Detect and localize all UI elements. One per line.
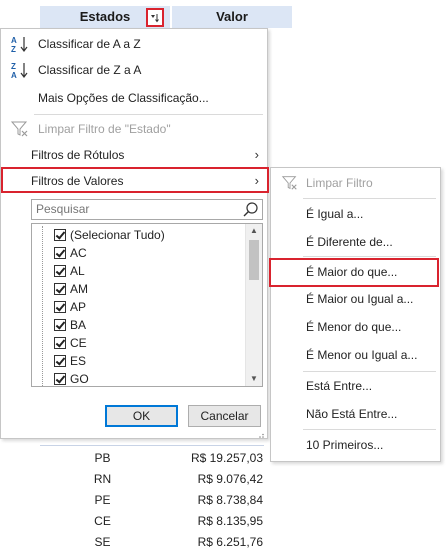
table-row: PE R$ 8.738,84 [0, 490, 446, 511]
checkbox[interactable] [54, 301, 66, 313]
submenu-divider [303, 198, 436, 199]
clear-filter-label: Limpar Filtro de "Estado" [38, 122, 171, 136]
submenu-clear-filter-item: Limpar Filtro [271, 170, 440, 196]
filter-less-equal-item[interactable]: É Menor ou Igual a... [271, 342, 440, 368]
submenu-clear-filter-label: Limpar Filtro [306, 176, 373, 190]
sort-z-to-a-label: Classificar de Z a A [38, 63, 142, 77]
clear-filter-icon [281, 176, 297, 190]
sort-a-to-z-item[interactable]: A Z Classificar de A a Z [1, 31, 267, 57]
submenu-divider [303, 256, 436, 257]
list-item-label: BA [70, 318, 87, 332]
pivot-header-row: Estados Valor [0, 0, 446, 30]
filter-equals-label: É Igual a... [306, 207, 364, 221]
row-divider [40, 445, 264, 446]
row-state: CE [94, 514, 111, 528]
list-item-label: AC [70, 246, 87, 260]
value-filters-submenu: Limpar Filtro É Igual a... É Diferente d… [269, 167, 441, 462]
list-scrollbar[interactable]: ▲ ▼ [245, 224, 262, 386]
filter-less-label: É Menor do que... [306, 320, 402, 334]
sort-ascending-icon: A Z [11, 36, 28, 53]
filter-menu: A Z Classificar de A a Z Z A Classificar… [0, 28, 269, 439]
checkbox[interactable] [54, 355, 66, 367]
filter-less-item[interactable]: É Menor do que... [271, 314, 440, 340]
filter-dropdown-button[interactable] [146, 8, 164, 27]
resize-grip-icon [259, 433, 264, 438]
more-sort-options-label: Mais Opções de Classificação... [38, 91, 209, 105]
tree-line [42, 226, 43, 386]
list-item-label: AL [70, 264, 85, 278]
list-item-label: (Selecionar Tudo) [70, 228, 165, 242]
label-filters-item[interactable]: Filtros de Rótulos › [1, 142, 267, 168]
search-input[interactable]: Pesquisar [31, 199, 263, 220]
search-icon [243, 202, 258, 217]
submenu-divider [303, 371, 436, 372]
filter-equals-item[interactable]: É Igual a... [271, 201, 440, 227]
checkbox[interactable] [54, 229, 66, 241]
list-item-label: AM [70, 282, 88, 296]
list-item-label: AP [70, 300, 87, 314]
sort-descending-icon: Z A [11, 62, 28, 79]
clear-filter-icon [10, 121, 28, 137]
checkbox[interactable] [54, 373, 66, 385]
filter-not-between-item[interactable]: Não Está Entre... [271, 401, 440, 427]
cancel-button[interactable]: Cancelar [188, 405, 261, 427]
table-row: CE R$ 8.135,95 [0, 511, 446, 532]
svg-text:A: A [11, 71, 17, 79]
value-filters-highlight [1, 167, 269, 193]
checkbox[interactable] [54, 319, 66, 331]
more-sort-options-item[interactable]: Mais Opções de Classificação... [1, 85, 267, 111]
ok-button[interactable]: OK [105, 405, 178, 427]
row-value: R$ 8.738,84 [197, 493, 263, 507]
filter-sort-icon [151, 13, 159, 22]
chevron-right-icon: › [254, 147, 259, 162]
row-value: R$ 19.257,03 [190, 451, 263, 465]
sort-a-to-z-label: Classificar de A a Z [38, 37, 141, 51]
svg-text:Z: Z [11, 62, 16, 71]
search-placeholder: Pesquisar [36, 202, 90, 216]
scroll-down-icon[interactable]: ▼ [246, 372, 262, 386]
resize-handle[interactable] [1, 433, 267, 439]
row-value: R$ 6.251,76 [197, 535, 263, 549]
scroll-up-icon[interactable]: ▲ [246, 224, 262, 238]
checkbox[interactable] [54, 337, 66, 349]
sort-z-to-a-item[interactable]: Z A Classificar de Z a A [1, 57, 267, 83]
filter-not-equals-label: É Diferente de... [306, 235, 393, 249]
checkbox[interactable] [54, 247, 66, 259]
list-item-label: ES [70, 354, 87, 368]
table-row: SE R$ 6.251,76 [0, 532, 446, 553]
greater-than-highlight [269, 258, 439, 287]
clear-filter-item: Limpar Filtro de "Estado" [1, 116, 267, 142]
filter-not-equals-item[interactable]: É Diferente de... [271, 229, 440, 255]
filter-not-between-label: Não Está Entre... [306, 407, 398, 421]
filter-between-item[interactable]: Está Entre... [271, 373, 440, 399]
filter-greater-equal-label: É Maior ou Igual a... [306, 292, 414, 306]
scroll-thumb[interactable] [249, 240, 259, 280]
row-state: PE [94, 493, 111, 507]
checkbox[interactable] [54, 283, 66, 295]
list-item-label: CE [70, 336, 87, 350]
table-row: PB R$ 19.257,03 [0, 448, 446, 469]
list-item-label: GO [70, 372, 89, 386]
table-row: RN R$ 9.076,42 [0, 469, 446, 490]
row-value: R$ 9.076,42 [197, 472, 263, 486]
checkbox[interactable] [54, 265, 66, 277]
menu-divider [34, 114, 263, 115]
svg-text:A: A [11, 36, 17, 45]
value-checklist: (Selecionar Tudo) AC AL AM AP BA CE ES G… [31, 223, 263, 387]
row-state: PB [94, 451, 111, 465]
svg-text:Z: Z [11, 45, 16, 53]
header-valor: Valor [172, 6, 292, 28]
row-state: SE [94, 535, 111, 549]
filter-greater-equal-item[interactable]: É Maior ou Igual a... [271, 286, 440, 312]
submenu-divider [303, 429, 436, 430]
row-state: RN [93, 472, 112, 486]
filter-less-equal-label: É Menor ou Igual a... [306, 348, 418, 362]
filter-between-label: Está Entre... [306, 379, 373, 393]
row-value: R$ 8.135,95 [197, 514, 263, 528]
label-filters-label: Filtros de Rótulos [31, 148, 125, 162]
